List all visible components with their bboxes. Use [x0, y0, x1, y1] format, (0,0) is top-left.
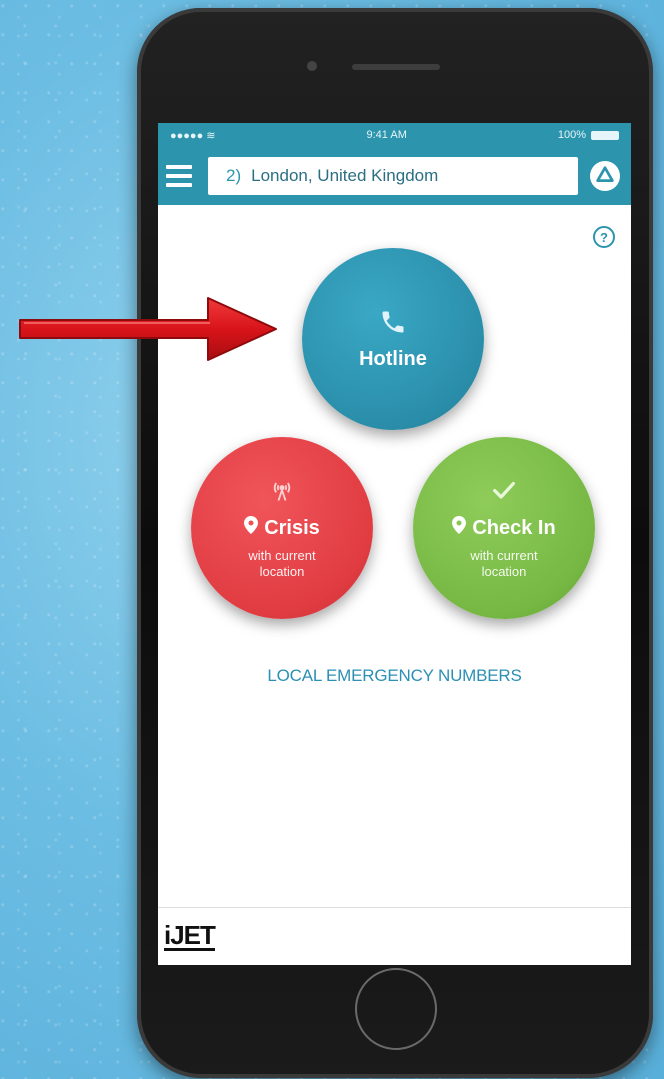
crisis-subtitle: with current location	[248, 548, 315, 580]
status-time: 9:41 AM	[366, 129, 407, 141]
crisis-subtitle-line1: with current	[248, 548, 316, 563]
check-in-subtitle-line2: location	[481, 564, 527, 579]
location-text: London, United Kingdom	[251, 166, 439, 185]
crisis-subtitle-line2: location	[259, 564, 305, 579]
location-index: 2)	[226, 166, 242, 185]
signal-indicator: ●●●●● ≋	[170, 129, 216, 142]
menu-icon[interactable]	[166, 161, 196, 191]
battery-text: 100%	[557, 129, 586, 141]
check-in-subtitle: with current location	[470, 548, 537, 580]
refresh-icon[interactable]	[590, 161, 620, 191]
check-in-button[interactable]: Check In with current location	[413, 437, 595, 619]
phone-frame: ●●●●● ≋ 9:41 AM 100% 2) London, United K…	[137, 8, 653, 1078]
red-arrow-icon	[19, 297, 277, 361]
hotline-button[interactable]: Hotline	[302, 248, 484, 430]
top-bar: 2) London, United Kingdom	[158, 147, 631, 205]
footer-bar: iJET	[158, 907, 631, 965]
app-screen: ●●●●● ≋ 9:41 AM 100% 2) London, United K…	[158, 123, 631, 965]
home-button[interactable]	[355, 968, 437, 1050]
check-in-label: Check In	[472, 517, 556, 539]
help-icon[interactable]: ?	[593, 226, 615, 248]
refresh-icon-graphic	[596, 166, 614, 182]
signal-text: ●●●●● ≋	[170, 129, 216, 142]
check-in-label-row: Check In	[452, 516, 556, 540]
phone-speaker	[352, 64, 440, 70]
crisis-button[interactable]: Crisis with current location	[191, 437, 373, 619]
ijet-logo: iJET	[164, 920, 216, 951]
local-emergency-numbers-link[interactable]: LOCAL EMERGENCY NUMBERS	[158, 666, 631, 686]
phone-icon	[382, 311, 404, 332]
check-in-subtitle-line1: with current	[470, 548, 538, 563]
location-pin-icon	[244, 516, 259, 540]
location-pin-icon	[452, 516, 467, 540]
battery-indicator: 100%	[558, 129, 619, 141]
location-search-field[interactable]: 2) London, United Kingdom	[208, 157, 578, 195]
phone-camera	[307, 61, 317, 71]
battery-icon	[591, 130, 619, 140]
crisis-label: Crisis	[264, 517, 320, 539]
status-bar: ●●●●● ≋ 9:41 AM 100%	[158, 123, 631, 147]
broadcast-icon	[273, 482, 291, 501]
checkmark-icon	[493, 481, 515, 499]
hotline-label: Hotline	[359, 347, 427, 370]
crisis-label-row: Crisis	[244, 516, 320, 540]
